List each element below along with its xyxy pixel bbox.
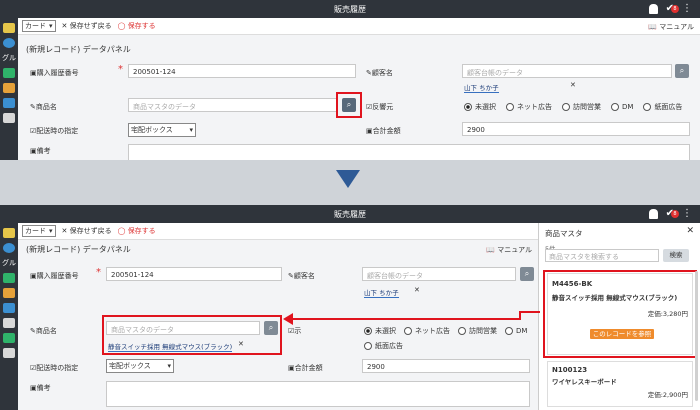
connector-arrow — [283, 311, 540, 325]
